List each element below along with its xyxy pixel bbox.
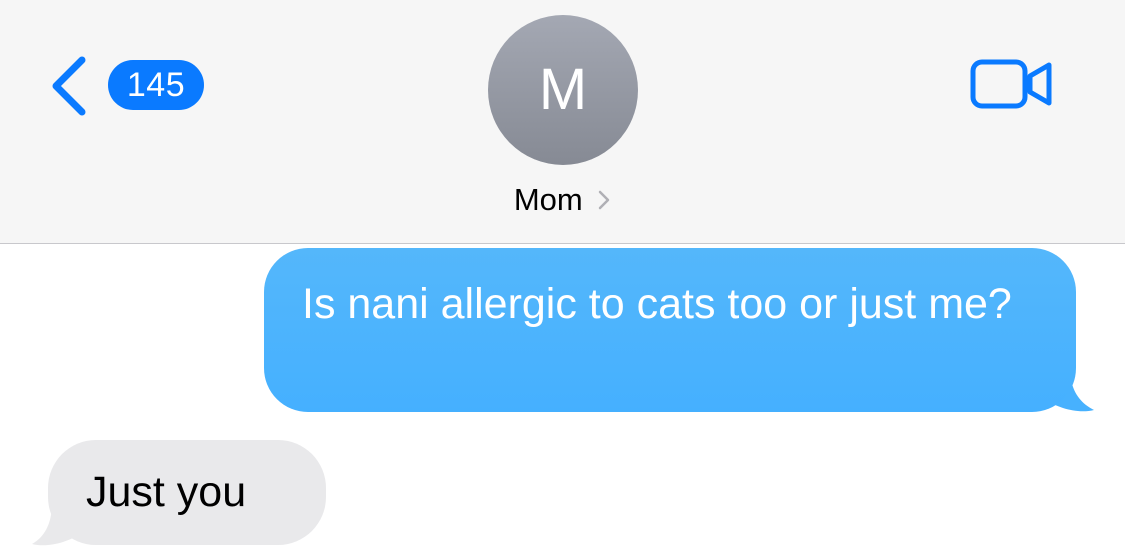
video-camera-icon[interactable] [970, 58, 1054, 110]
unread-count-badge: 145 [108, 60, 204, 110]
contact-name: Mom [513, 182, 583, 217]
conversation-header: 145 M Mom [0, 0, 1125, 244]
chevron-left-icon [52, 56, 86, 116]
back-button[interactable]: 145 [44, 52, 214, 118]
avatar[interactable]: M [488, 15, 638, 165]
contact-name-button[interactable]: Mom [0, 180, 1125, 224]
chevron-right-icon [598, 190, 610, 210]
outgoing-message[interactable]: Is nani allergic to cats too or just me? [264, 248, 1076, 412]
incoming-message[interactable]: Just you [48, 440, 326, 545]
messages-screen: 145 M Mom Is nani allergic to cats too o… [0, 0, 1125, 553]
